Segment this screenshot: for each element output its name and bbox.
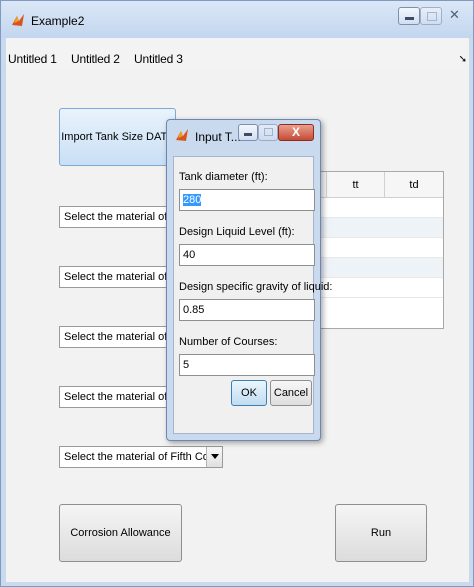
maximize-icon [427, 12, 437, 21]
matlab-logo-icon [12, 14, 24, 26]
number-of-courses-input[interactable]: 5 [179, 354, 315, 376]
input-dialog: Input T... X Tank diameter (ft): 280 Des… [166, 119, 332, 441]
design-liquid-level-label: Design Liquid Level (ft): [179, 226, 295, 238]
specific-gravity-label: Design specific gravity of liquid: [179, 281, 333, 293]
close-icon: X [291, 125, 300, 139]
dialog-close-button[interactable]: X [278, 124, 314, 141]
tab-untitled-2[interactable]: Untitled 2 [71, 52, 120, 66]
cancel-button[interactable]: Cancel [270, 380, 312, 406]
corrosion-allowance-button[interactable]: Corrosion Allowance [59, 504, 182, 562]
run-button[interactable]: Run [335, 504, 427, 562]
import-tank-size-button[interactable]: Import Tank Size DATA [59, 108, 176, 166]
dialog-minimize-button[interactable] [238, 124, 258, 141]
matlab-logo-icon [176, 129, 188, 141]
table-header-td: td [385, 172, 443, 198]
tab-bar: Untitled 1 Untitled 2 Untitled 3 ➘ [6, 38, 469, 71]
dialog-maximize-button[interactable] [258, 124, 278, 141]
close-icon: ✕ [449, 7, 460, 22]
dialog-body: Tank diameter (ft): 280 Design Liquid Le… [173, 156, 332, 434]
app-window: Example2 ✕ Untitled 1 Untitled 2 Untitle… [0, 0, 474, 587]
design-liquid-level-input[interactable]: 40 [179, 244, 315, 266]
fifth-course-material-select[interactable]: Select the material of Fifth Course: [59, 446, 223, 468]
maximize-icon [264, 128, 273, 136]
specific-gravity-input[interactable]: 0.85 [179, 299, 315, 321]
close-button[interactable]: ✕ [445, 7, 469, 25]
minimize-icon [244, 133, 252, 136]
dropdown-arrow-icon[interactable] [206, 447, 222, 467]
tank-diameter-label: Tank diameter (ft): [179, 171, 268, 183]
tank-diameter-input[interactable]: 280 [179, 189, 315, 211]
maximize-button[interactable] [420, 7, 442, 25]
ok-button[interactable]: OK [231, 380, 267, 406]
window-title: Example2 [31, 14, 85, 28]
table-header-tt: tt [327, 172, 385, 198]
input-value: 0.85 [183, 304, 205, 316]
input-value: 40 [183, 249, 196, 261]
tab-untitled-3[interactable]: Untitled 3 [134, 52, 183, 66]
input-value: 280 [183, 194, 202, 206]
number-of-courses-label: Number of Courses: [179, 336, 278, 348]
minimize-button[interactable] [398, 7, 420, 25]
minimize-icon [405, 17, 414, 20]
tab-untitled-1[interactable]: Untitled 1 [8, 52, 57, 66]
title-bar: Example2 ✕ [1, 1, 473, 38]
tab-scroll-right-icon[interactable]: ➘ [459, 54, 467, 65]
select-label: Select the material of Fifth Course: [64, 451, 223, 463]
input-value: 5 [183, 359, 190, 371]
dialog-title: Input T... [195, 130, 241, 144]
